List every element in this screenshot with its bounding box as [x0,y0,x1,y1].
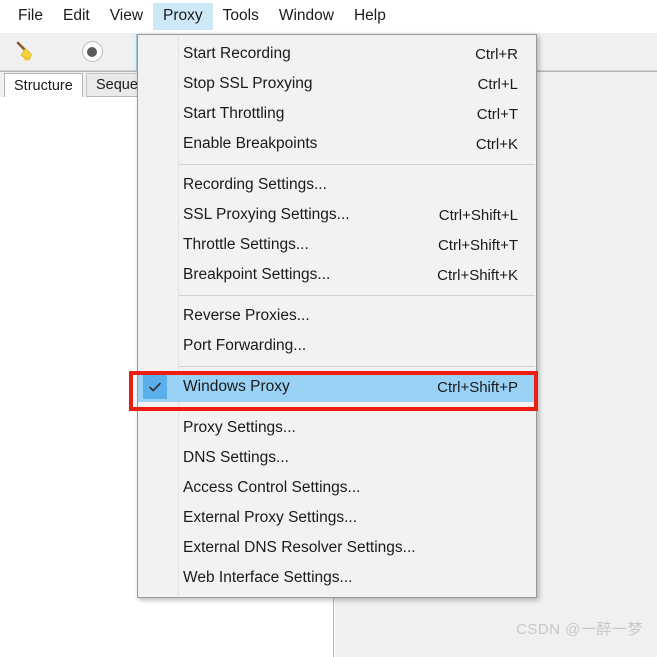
menu-item-label: Throttle Settings... [183,236,309,253]
menu-item-label: Windows Proxy [183,378,290,395]
menu-item-accelerator: Ctrl+Shift+T [437,236,518,254]
menu-item-external-dns-resolver-settings[interactable]: External DNS Resolver Settings... [138,533,536,563]
menu-item-label: Enable Breakpoints [183,135,318,152]
menu-item-accelerator: Ctrl+R [475,45,518,63]
menubar-item-edit[interactable]: Edit [53,3,100,30]
menu-bar: File Edit View Proxy Tools Window Help [0,0,657,33]
menubar-item-proxy[interactable]: Proxy [153,3,213,30]
menubar-item-view[interactable]: View [100,3,153,30]
menu-item-start-recording[interactable]: Start Recording Ctrl+R [138,39,536,69]
menu-item-breakpoint-settings[interactable]: Breakpoint Settings... Ctrl+Shift+K [138,260,536,290]
menu-item-throttle-settings[interactable]: Throttle Settings... Ctrl+Shift+T [138,230,536,260]
menu-item-access-control-settings[interactable]: Access Control Settings... [138,473,536,503]
menu-item-stop-ssl-proxying[interactable]: Stop SSL Proxying Ctrl+L [138,69,536,99]
record-button[interactable] [72,34,112,70]
menu-separator [178,295,535,296]
menu-item-accelerator: Ctrl+T [476,105,518,123]
menu-item-port-forwarding[interactable]: Port Forwarding... [138,331,536,361]
menu-item-accelerator: Ctrl+Shift+K [437,266,518,284]
menu-separator [178,366,535,367]
menu-item-ssl-proxying-settings[interactable]: SSL Proxying Settings... Ctrl+Shift+L [138,200,536,230]
menu-item-label: Reverse Proxies... [183,307,310,324]
proxy-dropdown-menu: Start Recording Ctrl+R Stop SSL Proxying… [137,34,537,598]
menu-item-external-proxy-settings[interactable]: External Proxy Settings... [138,503,536,533]
menu-item-label: External Proxy Settings... [183,509,358,526]
broom-icon [14,40,38,64]
watermark: CSDN @一醉一梦 [516,621,643,638]
menu-item-label: Stop SSL Proxying [183,75,313,92]
menubar-item-help[interactable]: Help [344,3,396,30]
menubar-item-file[interactable]: File [8,3,53,30]
checkmark-icon [143,375,167,399]
app-window: File Edit View Proxy Tools Window Help S… [0,0,657,657]
menu-item-label: Web Interface Settings... [183,569,353,586]
menu-item-accelerator: Ctrl+L [477,75,518,93]
menubar-item-tools[interactable]: Tools [213,3,269,30]
record-icon [81,41,103,62]
menu-item-label: Port Forwarding... [183,337,307,354]
menu-item-label: Start Recording [183,45,291,62]
menu-item-label: Access Control Settings... [183,479,361,496]
menu-item-accelerator: Ctrl+Shift+P [437,378,518,396]
menu-item-label: Breakpoint Settings... [183,266,331,283]
menu-item-label: External DNS Resolver Settings... [183,539,416,556]
menu-item-label: Recording Settings... [183,176,327,193]
menu-item-label: SSL Proxying Settings... [183,206,350,223]
menu-item-label: DNS Settings... [183,449,289,466]
clear-session-button[interactable] [6,34,46,70]
menubar-item-window[interactable]: Window [269,3,344,30]
menu-item-web-interface-settings[interactable]: Web Interface Settings... [138,563,536,593]
menu-item-dns-settings[interactable]: DNS Settings... [138,443,536,473]
menu-item-enable-breakpoints[interactable]: Enable Breakpoints Ctrl+K [138,129,536,159]
menu-item-label: Proxy Settings... [183,419,296,436]
menu-item-windows-proxy[interactable]: Windows Proxy Ctrl+Shift+P [138,372,536,402]
menu-separator [178,407,535,408]
menu-item-accelerator: Ctrl+Shift+L [438,206,518,224]
menu-item-recording-settings[interactable]: Recording Settings... [138,170,536,200]
menu-item-accelerator: Ctrl+K [475,135,518,153]
menu-item-proxy-settings[interactable]: Proxy Settings... [138,413,536,443]
menu-item-start-throttling[interactable]: Start Throttling Ctrl+T [138,99,536,129]
menu-item-reverse-proxies[interactable]: Reverse Proxies... [138,301,536,331]
menu-separator [178,164,535,165]
tab-structure[interactable]: Structure [4,73,83,97]
menu-item-label: Start Throttling [183,105,285,122]
